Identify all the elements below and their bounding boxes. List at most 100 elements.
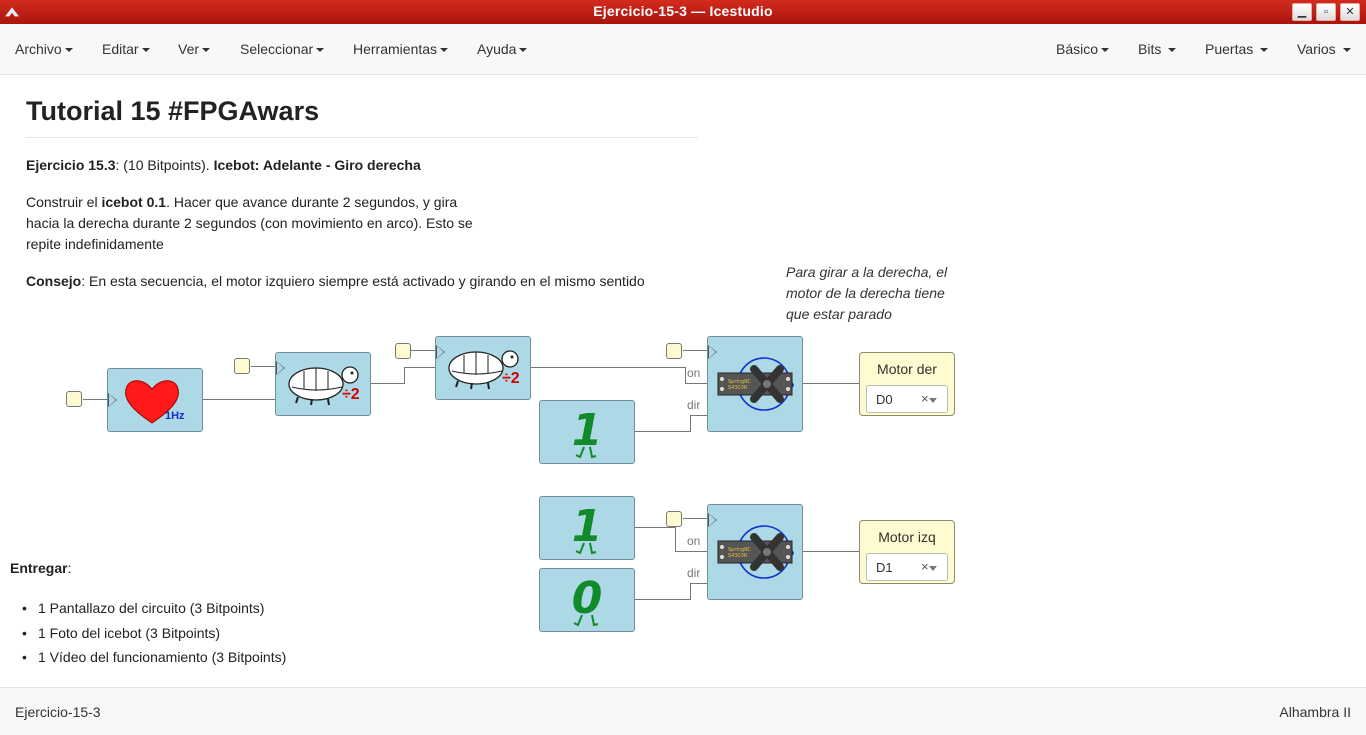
- wire[interactable]: [404, 367, 436, 368]
- servo-icon: SpringRC S4303R: [717, 525, 794, 579]
- divisor-label: ÷2: [502, 370, 520, 387]
- wire[interactable]: [683, 350, 708, 351]
- constant-block-3[interactable]: 0: [539, 568, 635, 632]
- output-name: Motor der: [877, 361, 937, 377]
- tip-text: Consejo: En esta secuencia, el motor izq…: [26, 273, 645, 289]
- window-titlebar: Ejercicio-15-3 — Icestudio ▁ ▫ ✕: [0, 0, 1366, 24]
- frequency-label: 1Hz: [165, 410, 185, 422]
- list-item: 1 Vídeo del funcionamiento (3 Bitpoints): [22, 645, 286, 670]
- statusbar: Ejercicio-15-3 Alhambra II: [0, 687, 1366, 735]
- svg-text:S4303R: S4303R: [728, 553, 748, 559]
- caret-down-icon: [1260, 48, 1269, 53]
- constant-block-1[interactable]: 1: [539, 400, 635, 464]
- wire[interactable]: [690, 583, 691, 600]
- wire[interactable]: [685, 367, 686, 383]
- output-name: Motor izq: [878, 529, 936, 545]
- wire[interactable]: [371, 383, 404, 384]
- wire[interactable]: [803, 551, 860, 552]
- wire[interactable]: [203, 399, 276, 400]
- input-pin[interactable]: [66, 391, 82, 407]
- wire[interactable]: [675, 527, 676, 551]
- turtle-icon: [288, 366, 359, 406]
- menu-basico[interactable]: Básico: [1056, 41, 1110, 57]
- window-title: Ejercicio-15-3 — Icestudio: [593, 3, 773, 19]
- heart-icon: [125, 380, 179, 424]
- wire[interactable]: [690, 415, 691, 432]
- deliver-list: 1 Pantallazo del circuito (3 Bitpoints) …: [22, 596, 286, 670]
- input-pin[interactable]: [666, 511, 682, 527]
- wire[interactable]: [404, 367, 405, 384]
- caret-down-icon: [64, 48, 73, 53]
- pin-value: D0: [876, 392, 893, 407]
- output-motor-der[interactable]: Motor der D0 ×: [859, 352, 955, 416]
- servo-block-2[interactable]: SpringRC S4303R: [707, 504, 803, 600]
- clear-icon[interactable]: ×: [921, 559, 929, 574]
- caret-down-icon: [1342, 48, 1351, 53]
- wire[interactable]: [683, 518, 708, 519]
- input-pin[interactable]: [395, 343, 411, 359]
- wire[interactable]: [83, 399, 109, 400]
- clear-icon[interactable]: ×: [921, 391, 929, 406]
- port-label-dir: dir: [687, 566, 701, 580]
- pin-select[interactable]: D0 ×: [866, 385, 948, 413]
- legs-icon: [573, 614, 599, 627]
- wire[interactable]: [251, 366, 276, 367]
- output-motor-izq[interactable]: Motor izq D1 ×: [859, 520, 955, 584]
- input-pin[interactable]: [234, 358, 250, 374]
- menu-ayuda[interactable]: Ayuda: [477, 41, 528, 57]
- heartbeat-block[interactable]: 1Hz: [107, 368, 203, 432]
- input-pin[interactable]: [666, 343, 682, 359]
- list-item: 1 Pantallazo del circuito (3 Bitpoints): [22, 596, 286, 621]
- constant-block-2[interactable]: 1: [539, 496, 635, 560]
- port-label-dir: dir: [687, 398, 701, 412]
- wire[interactable]: [531, 367, 685, 368]
- legs-icon: [575, 542, 597, 555]
- wire[interactable]: [690, 415, 708, 416]
- turtle-icon: [448, 350, 519, 390]
- menu-archivo[interactable]: Archivo: [15, 41, 73, 57]
- svg-text:S4303R: S4303R: [728, 385, 748, 391]
- caret-down-icon: [141, 48, 150, 53]
- caret-down-icon: [202, 48, 211, 53]
- menubar: Archivo Editar Ver Seleccionar Herramien…: [0, 24, 1366, 75]
- wire[interactable]: [635, 599, 690, 600]
- divider-block[interactable]: ÷2: [435, 336, 531, 400]
- menu-herramientas[interactable]: Herramientas: [353, 41, 449, 57]
- wire[interactable]: [635, 527, 675, 528]
- wire[interactable]: [635, 431, 690, 432]
- menu-varios[interactable]: Varios: [1297, 41, 1351, 57]
- caret-down-icon: [1168, 48, 1177, 53]
- exercise-heading: Ejercicio 15.3: (10 Bitpoints). Icebot: …: [26, 157, 421, 173]
- divider-block[interactable]: ÷2: [275, 352, 371, 416]
- servo-block-1[interactable]: SpringRC S4303R: [707, 336, 803, 432]
- wire[interactable]: [685, 383, 708, 384]
- menu-bits[interactable]: Bits: [1138, 41, 1177, 57]
- menu-seleccionar[interactable]: Seleccionar: [240, 41, 325, 57]
- title-divider: [26, 137, 698, 138]
- comment-note[interactable]: Para girar a la derecha, el motor de la …: [786, 262, 966, 325]
- minimize-button[interactable]: ▁: [1292, 3, 1312, 21]
- pin-value: D1: [876, 560, 893, 575]
- build-instructions: Construir el icebot 0.1. Hacer que avanc…: [26, 194, 473, 252]
- wire[interactable]: [675, 551, 708, 552]
- close-button[interactable]: ✕: [1340, 3, 1360, 21]
- port-label-on: on: [687, 534, 701, 548]
- chevron-down-icon[interactable]: [929, 566, 937, 571]
- deliver-heading: Entregar:: [10, 560, 72, 576]
- caret-down-icon: [440, 48, 449, 53]
- maximize-button[interactable]: ▫: [1316, 3, 1336, 21]
- menu-ver[interactable]: Ver: [178, 41, 211, 57]
- wire[interactable]: [803, 383, 860, 384]
- chevron-down-icon[interactable]: [929, 398, 937, 403]
- menu-puertas[interactable]: Puertas: [1205, 41, 1269, 57]
- menu-editar[interactable]: Editar: [102, 41, 150, 57]
- divisor-label: ÷2: [342, 386, 360, 403]
- pin-select[interactable]: D1 ×: [866, 553, 948, 581]
- caret-down-icon: [316, 48, 325, 53]
- page-title: Tutorial 15 #FPGAwars: [26, 96, 320, 126]
- wire[interactable]: [690, 583, 708, 584]
- caret-down-icon: [1101, 48, 1110, 53]
- wire[interactable]: [411, 350, 436, 351]
- caret-down-icon: [519, 48, 528, 53]
- project-name: Ejercicio-15-3: [15, 704, 101, 720]
